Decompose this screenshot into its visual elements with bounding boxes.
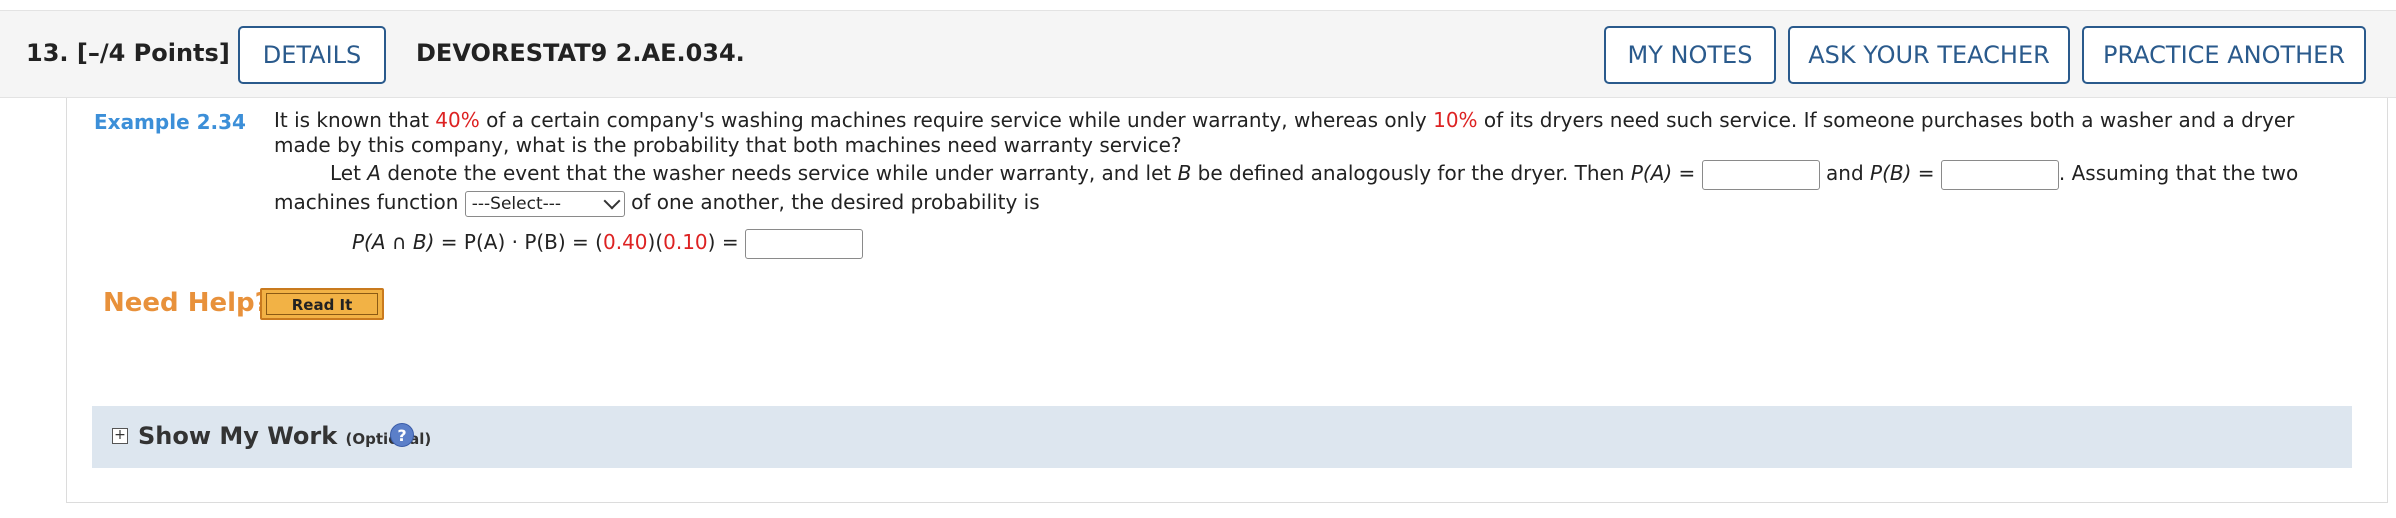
question-number: 13. (26, 39, 69, 67)
question-number-points: 13. [–/4 Points] (26, 39, 230, 67)
chevron-down-icon (603, 192, 621, 210)
show-my-work-bar[interactable]: + Show My Work (Optional) ? (92, 406, 2352, 468)
pb-answer-input[interactable] (1940, 159, 2059, 190)
value-040: 0.40 (602, 230, 648, 254)
example-intro-text: It is known that 40% of a certain compan… (274, 108, 2295, 157)
independence-select[interactable]: ---Select--- (464, 190, 625, 217)
pa-label: P(A) (1630, 161, 1673, 185)
dryer-percent: 10% (1433, 108, 1478, 132)
independence-line: machines function ---Select--- of one an… (274, 187, 1040, 217)
question-header: 13. [–/4 Points] DETAILS DEVORESTAT9 2.A… (0, 10, 2396, 98)
pa-answer-input[interactable] (1701, 159, 1820, 190)
my-notes-button[interactable]: MY NOTES (1604, 26, 1776, 84)
problem-code: DEVORESTAT9 2.AE.034. (416, 39, 745, 67)
read-it-button[interactable]: Read It (260, 288, 384, 320)
washer-percent: 40% (435, 108, 480, 132)
optional-label: (Optional) (345, 430, 432, 448)
show-my-work-title[interactable]: Show My Work (Optional) (138, 422, 431, 450)
help-question-icon[interactable]: ? (390, 423, 414, 447)
example-label: Example 2.34 (94, 110, 246, 134)
pb-label: P(B) (1870, 161, 1912, 185)
joint-probability-input[interactable] (744, 228, 863, 259)
select-value: ---Select--- (471, 193, 562, 214)
probability-equation: P(A ∩ B) = P(A) · P(B) = (0.40)(0.10) = (352, 226, 863, 259)
details-button[interactable]: DETAILS (238, 26, 386, 84)
practice-another-button[interactable]: PRACTICE ANOTHER (2082, 26, 2366, 84)
read-it-label: Read It (266, 293, 378, 315)
event-definition-line: Let A denote the event that the washer n… (330, 158, 2298, 190)
need-help-label: Need Help? (103, 288, 270, 318)
points-label: [–/4 Points] (76, 39, 230, 67)
expand-plus-icon[interactable]: + (112, 428, 128, 444)
ask-your-teacher-button[interactable]: ASK YOUR TEACHER (1788, 26, 2070, 84)
value-010: 0.10 (663, 230, 708, 254)
